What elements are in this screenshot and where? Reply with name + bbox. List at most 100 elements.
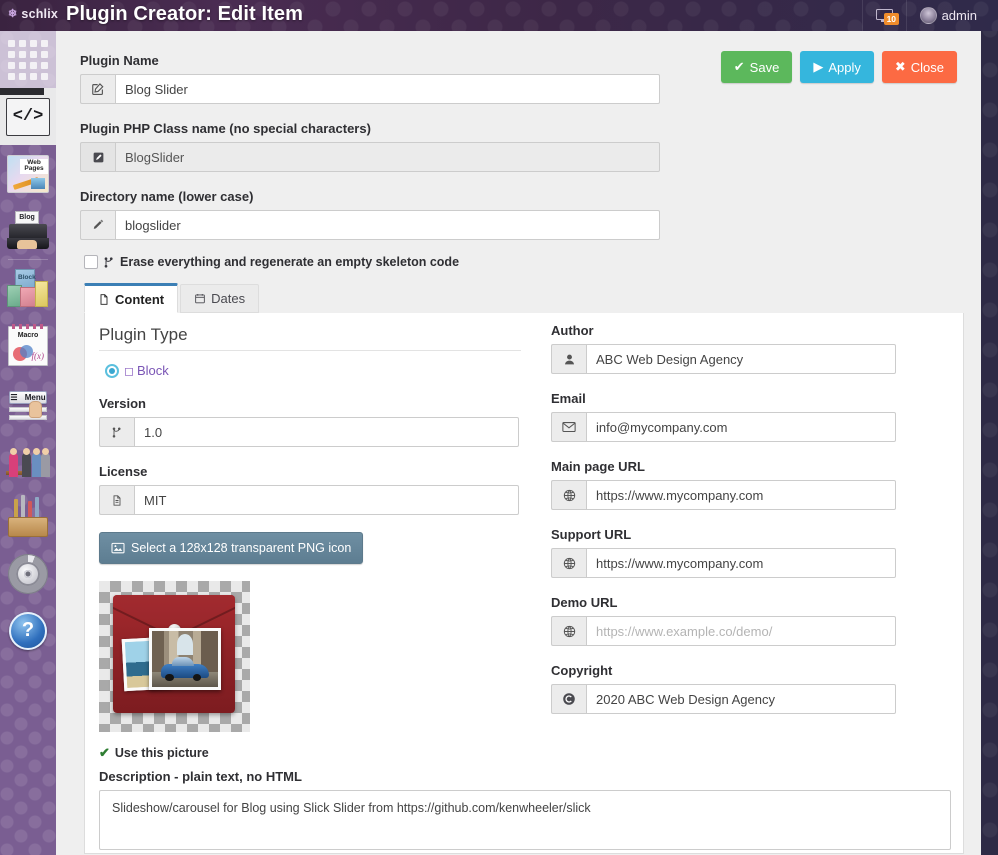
sidebar: </> Web Pages Blog Block Macro f(x) ☰ Me… (0, 31, 56, 855)
description-textarea[interactable] (99, 790, 951, 850)
demo-url-input[interactable] (586, 616, 896, 646)
version-input[interactable] (134, 417, 519, 447)
regenerate-checkbox[interactable] (84, 255, 98, 269)
right-column: Author Email (551, 323, 941, 732)
macro-icon: Macro f(x) (8, 323, 48, 366)
field-version: Version (99, 396, 521, 447)
tab-dates[interactable]: Dates (180, 284, 260, 313)
support-url-label: Support URL (551, 527, 632, 542)
monitor-icon: 10 (875, 8, 900, 25)
version-label: Version (99, 396, 146, 411)
pencil-icon (80, 210, 115, 240)
sidebar-item-macro[interactable]: Macro f(x) (0, 317, 56, 374)
close-icon: ✖ (894, 59, 906, 74)
tab-dates-label: Dates (211, 291, 246, 306)
field-directory: Directory name (lower case) (80, 189, 957, 240)
menu-icon: ☰ Menu (7, 383, 49, 423)
user-icon (551, 344, 586, 374)
field-php-class: Plugin PHP Class name (no special charac… (80, 121, 957, 172)
apply-button-label: Apply (828, 59, 861, 75)
regenerate-checkbox-row[interactable]: Erase everything and regenerate an empty… (84, 255, 957, 269)
edit-square-icon (80, 74, 115, 104)
tab-bar: Content Dates (84, 283, 957, 313)
sidebar-item-help[interactable]: ? (0, 602, 56, 659)
action-buttons: ✔ Save ▶ Apply ✖ Close (720, 51, 957, 83)
directory-label: Directory name (lower case) (80, 189, 254, 204)
web-pages-icon: Web Pages (7, 154, 49, 193)
email-label: Email (551, 391, 586, 406)
avatar (919, 7, 937, 24)
main-url-input[interactable] (586, 480, 896, 510)
schlix-logo-icon: ❄ (8, 7, 18, 20)
username-label: admin (941, 8, 977, 23)
license-input[interactable] (134, 485, 519, 515)
sidebar-item-tools[interactable] (0, 488, 56, 545)
sidebar-item-menu[interactable]: ☰ Menu (0, 374, 56, 431)
field-support-url: Support URL (551, 527, 941, 578)
users-icon (6, 443, 50, 477)
branch-icon (99, 417, 134, 447)
main-url-label: Main page URL (551, 459, 645, 474)
directory-input[interactable] (115, 210, 660, 240)
apply-button[interactable]: ▶ Apply (800, 51, 874, 83)
save-button[interactable]: ✔ Save (720, 51, 793, 83)
plugin-type-block-label: Block (136, 363, 169, 378)
left-column: Plugin Type ◻ Block Version 1.0 License … (99, 323, 521, 732)
description-label: Description - plain text, no HTML (99, 769, 302, 784)
notifications-button[interactable]: 10 (861, 0, 906, 31)
envelope-icon (551, 412, 586, 442)
document-icon (98, 293, 110, 306)
close-button[interactable]: ✖ Close (881, 51, 957, 83)
plugin-type-heading: Plugin Type (99, 325, 521, 351)
check-icon: ✔ (99, 745, 110, 760)
block-icon-label: Block (18, 273, 36, 281)
block-icon: Block (7, 268, 49, 309)
sidebar-item-users[interactable] (0, 431, 56, 488)
author-label: Author (551, 323, 594, 338)
use-this-picture-row[interactable]: ✔ Use this picture (99, 745, 949, 761)
demo-url-label: Demo URL (551, 595, 618, 610)
description-section: ✔ Use this picture Description - plain t… (85, 745, 963, 853)
sidebar-item-web-pages[interactable]: Web Pages (0, 145, 56, 202)
grid-icon (8, 39, 48, 80)
topbar-right: 10 admin (861, 0, 990, 31)
icon-preview[interactable] (99, 581, 250, 732)
save-button-label: Save (749, 59, 780, 75)
plugin-name-input[interactable] (115, 74, 660, 104)
email-input[interactable] (586, 412, 896, 442)
help-icon: ? (9, 611, 47, 650)
image-icon (111, 542, 125, 554)
tab-content-label: Content (115, 291, 165, 307)
sidebar-item-settings[interactable] (0, 545, 56, 602)
brand-logo[interactable]: ❄ schlix (8, 7, 58, 21)
support-url-input[interactable] (586, 548, 896, 578)
license-label: License (99, 464, 148, 479)
toolbox-icon (7, 494, 49, 537)
sidebar-item-code[interactable]: </> (0, 88, 56, 145)
brand-name: schlix (21, 7, 59, 21)
author-input[interactable] (586, 344, 896, 374)
sidebar-item-blocks[interactable]: Block (0, 260, 56, 317)
copyright-input[interactable] (586, 684, 896, 714)
macro-icon-label: Macro (17, 331, 39, 339)
blog-icon: Blog (7, 210, 49, 251)
fx-glyph: f(x) (31, 350, 45, 361)
user-menu-button[interactable]: admin (905, 0, 990, 31)
calendar-icon (194, 292, 206, 305)
sidebar-item-blog[interactable]: Blog (0, 202, 56, 259)
web-pages-icon-label: Web Pages (20, 158, 48, 175)
globe-icon (551, 548, 586, 578)
content-card: ✔ Save ▶ Apply ✖ Close Plugin Name Blog … (56, 31, 981, 855)
close-button-label: Close (910, 59, 944, 75)
php-class-input[interactable] (115, 142, 660, 172)
tab-content[interactable]: Content (84, 283, 179, 313)
select-png-icon-button[interactable]: Select a 128x128 transparent PNG icon (99, 532, 364, 564)
globe-icon (551, 480, 586, 510)
plugin-type-option-block[interactable]: ◻ Block (105, 363, 521, 378)
copyright-label: Copyright (551, 663, 613, 678)
radio-block[interactable] (105, 363, 119, 378)
sidebar-item-dashboard[interactable] (0, 31, 56, 88)
select-png-icon-label: Select a 128x128 transparent PNG icon (131, 541, 352, 555)
code-icon: </> (6, 97, 50, 136)
document-icon (99, 485, 134, 515)
